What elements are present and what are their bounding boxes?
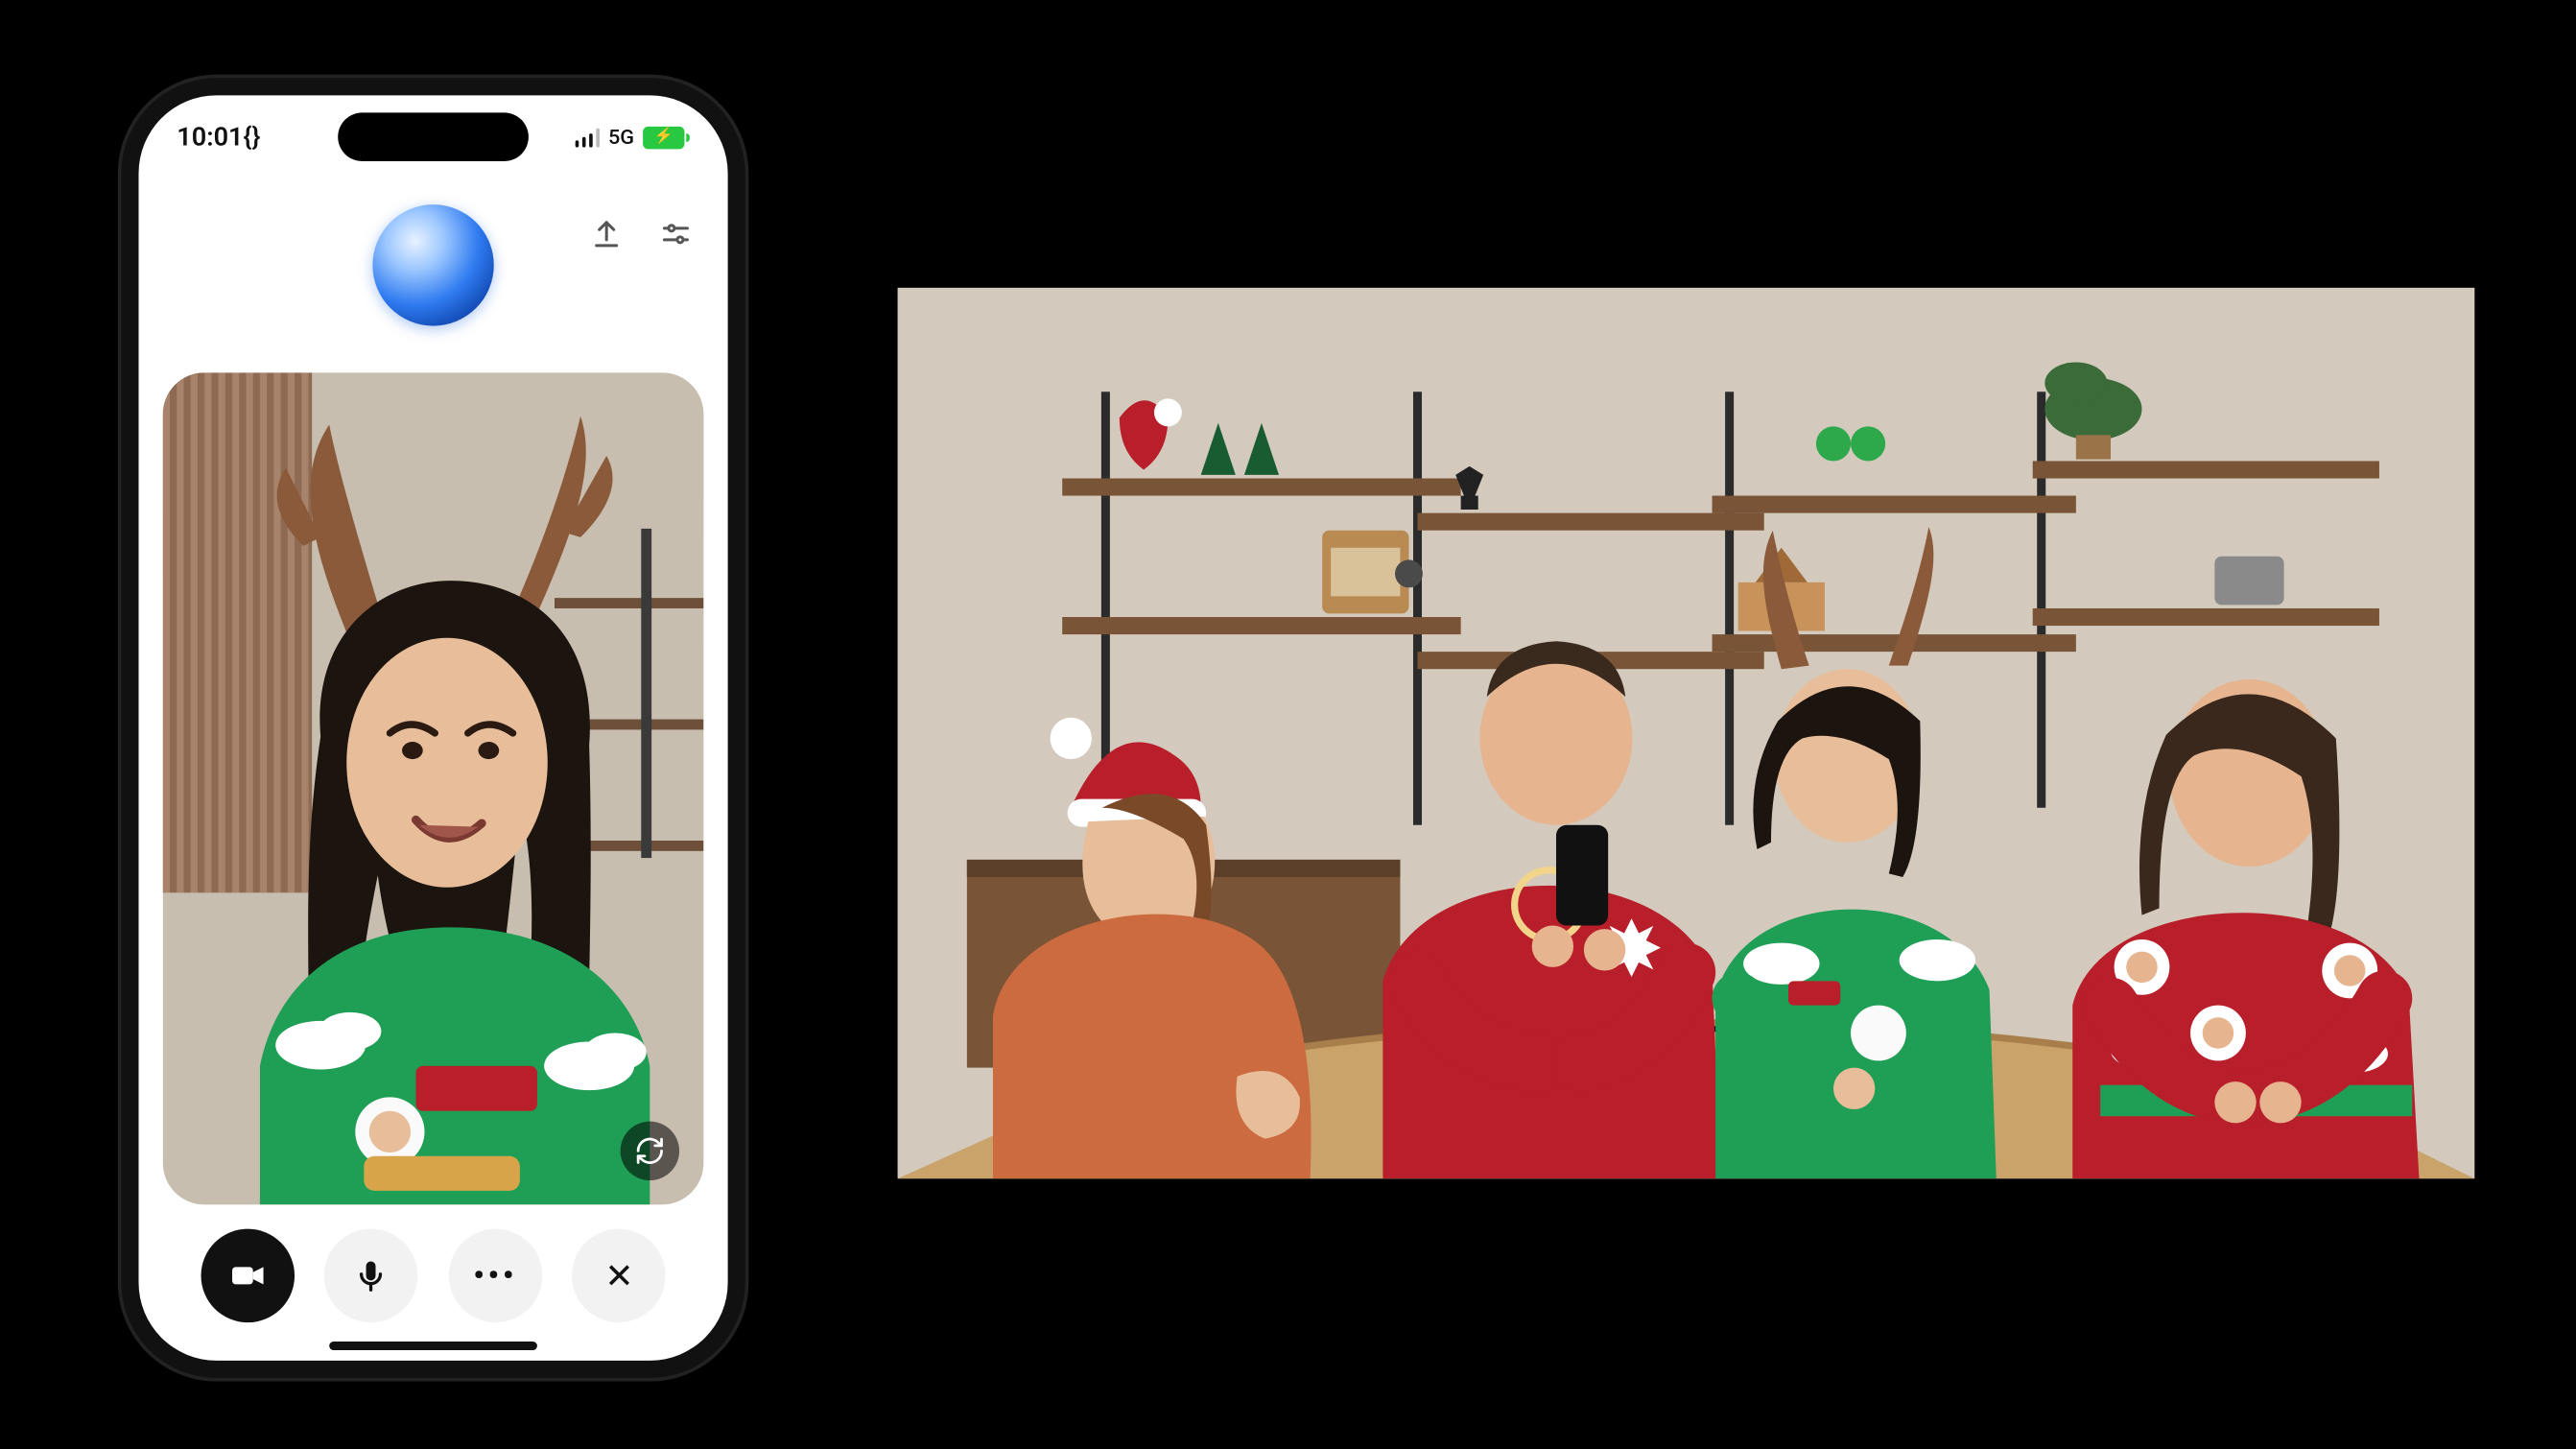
battery-icon: ⚡ [644, 126, 691, 148]
status-time: 10:01{} [177, 121, 261, 153]
home-indicator[interactable] [330, 1342, 538, 1350]
phone-screen: 10:01{} 5G ⚡ [139, 95, 728, 1361]
network-label: 5G [608, 125, 634, 149]
upload-icon[interactable] [590, 217, 625, 258]
mic-button[interactable] [325, 1229, 419, 1323]
call-controls: ••• ✕ [139, 1229, 728, 1323]
signal-icon [575, 128, 600, 147]
dynamic-island [339, 112, 530, 161]
video-button[interactable] [201, 1229, 295, 1323]
settings-icon[interactable] [659, 217, 694, 258]
more-button[interactable]: ••• [449, 1229, 543, 1323]
app-header [139, 178, 728, 352]
phone-mockup: 10:01{} 5G ⚡ [122, 78, 745, 1378]
voice-orb-icon[interactable] [373, 204, 494, 325]
room-video [898, 288, 2475, 1178]
flip-camera-button[interactable] [621, 1122, 679, 1180]
selfie-illustration [163, 372, 704, 1204]
close-button[interactable]: ✕ [573, 1229, 667, 1323]
camera-feed [163, 372, 704, 1204]
room-illustration [898, 288, 2475, 1178]
